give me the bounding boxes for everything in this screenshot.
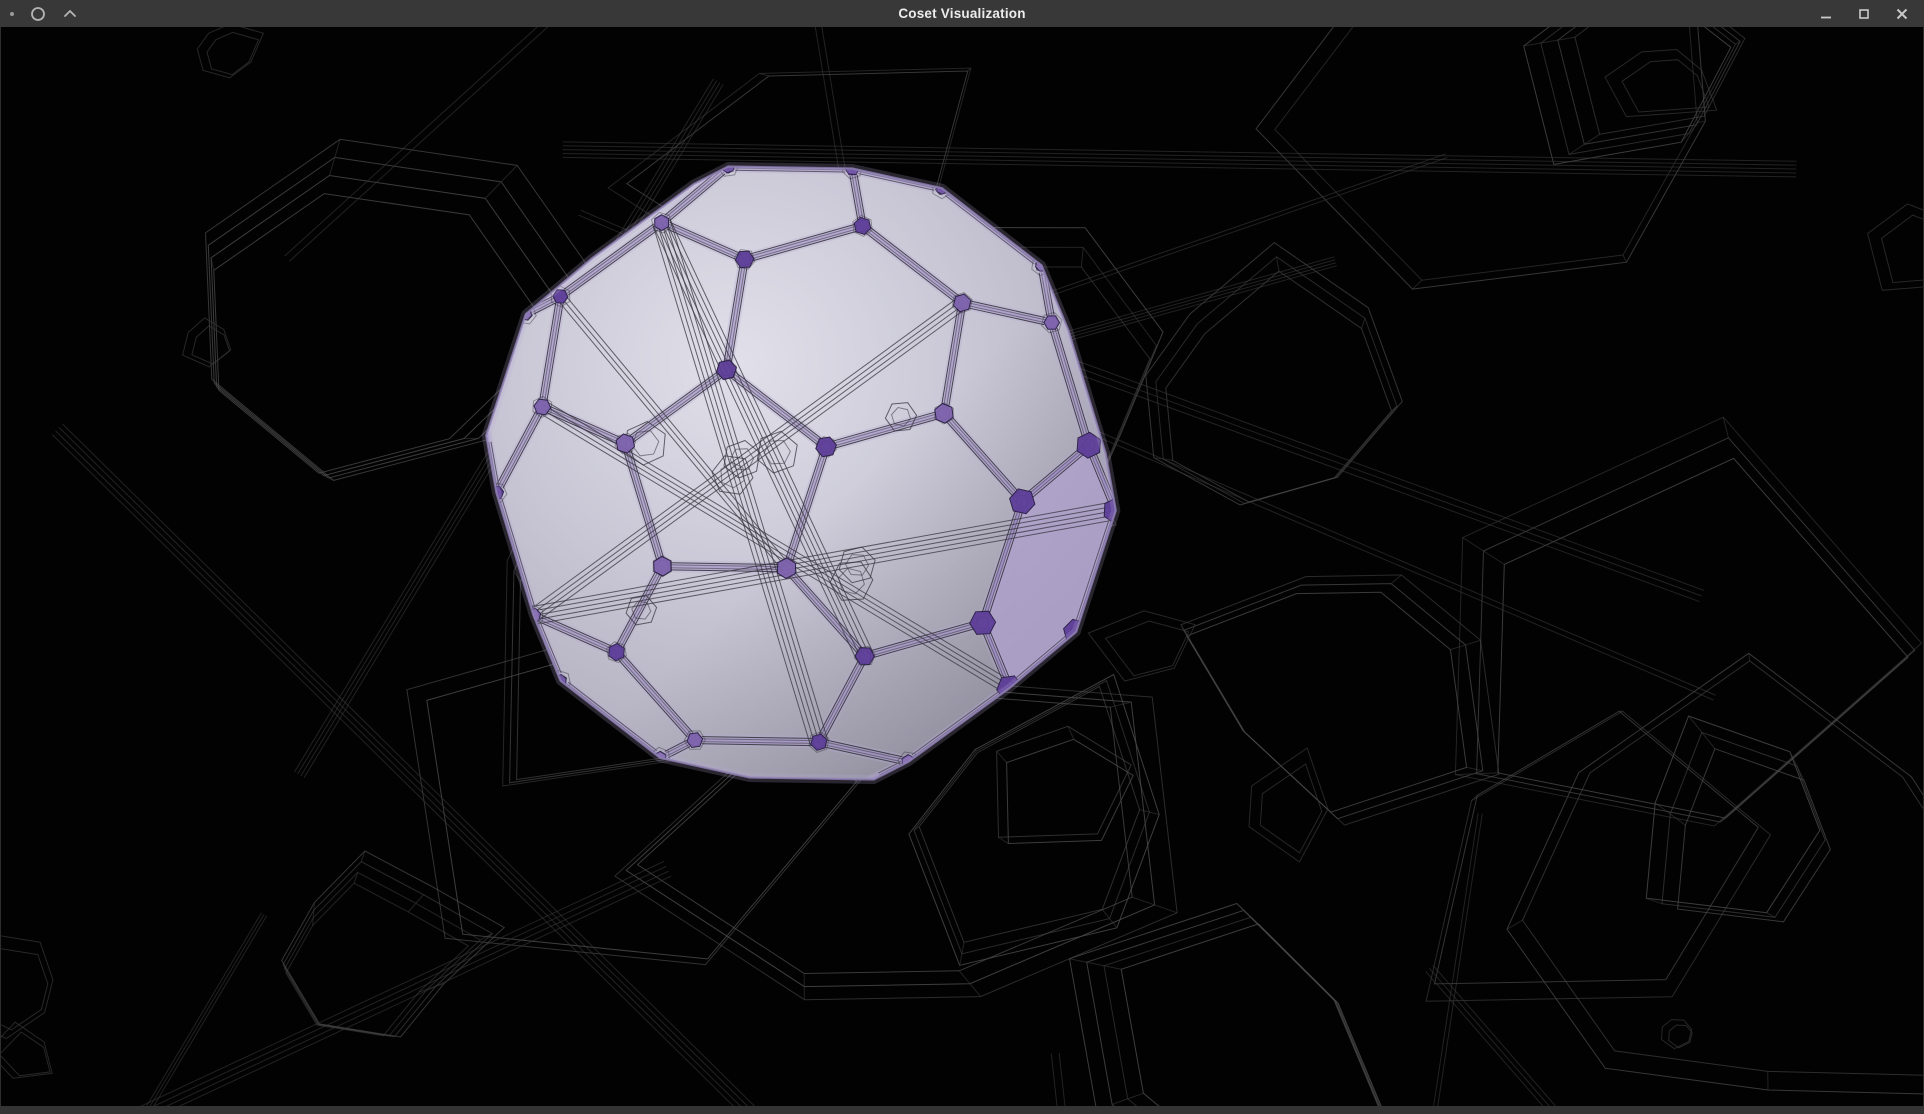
dot-icon[interactable]: [10, 12, 14, 16]
chevron-up-icon[interactable]: [62, 6, 78, 22]
window-controls: [1814, 2, 1924, 26]
app-window: Coset Visualization: [0, 0, 1924, 1114]
window-bottom-border: [0, 1106, 1924, 1114]
viewport[interactable]: [0, 27, 1924, 1106]
window-title: Coset Visualization: [0, 0, 1924, 27]
circle-icon[interactable]: [30, 6, 46, 22]
minimize-button[interactable]: [1814, 2, 1838, 26]
close-button[interactable]: [1890, 2, 1914, 26]
titlebar[interactable]: Coset Visualization: [0, 0, 1924, 27]
titlebar-left-icons: [0, 6, 78, 22]
maximize-button[interactable]: [1852, 2, 1876, 26]
scene-canvas[interactable]: [1, 27, 1923, 1106]
